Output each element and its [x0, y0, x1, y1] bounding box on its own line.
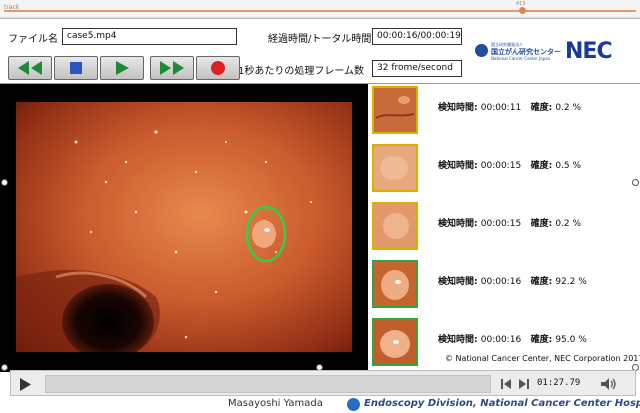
- presenter-name: Masayoshi Yamada: [228, 398, 323, 409]
- rewind-button[interactable]: [8, 56, 52, 80]
- presenter-division: Endoscopy Division, National Cancer Cent…: [364, 398, 640, 409]
- detection-thumbnail: [372, 202, 418, 250]
- detection-info: 検知時間: 00:00:16 確度: 92.2 %: [438, 277, 587, 287]
- ncc-logo-line3: National Cancer Center Japan: [491, 56, 551, 61]
- fast-forward-button[interactable]: [150, 56, 194, 80]
- filename-label: ファイル名: [8, 34, 58, 45]
- detection-info: 検知時間: 00:00:16 確度: 95.0 %: [438, 335, 587, 345]
- player-time: 01:27.79: [537, 378, 581, 388]
- copyright: © National Cancer Center, NEC Corporatio…: [445, 354, 640, 363]
- detection-info: 検知時間: 00:00:15 確度: 0.2 %: [438, 219, 582, 229]
- detection-thumbnail: [372, 318, 418, 366]
- detection-row[interactable]: 検知時間: 00:00:11 確度: 0.2 %: [370, 84, 640, 142]
- detection-row[interactable]: 検知時間: 00:00:16 確度: 92.2 %: [370, 258, 640, 316]
- elapsed-label: 経過時間/トータル時間: [268, 34, 372, 45]
- volume-icon[interactable]: [601, 378, 617, 390]
- detection-row[interactable]: 検知時間: 00:00:15 確度: 0.5 %: [370, 142, 640, 200]
- next-icon[interactable]: [519, 378, 529, 390]
- track-thumb[interactable]: [519, 7, 526, 14]
- nec-logo: NEC: [565, 39, 613, 64]
- record-button[interactable]: [196, 56, 240, 80]
- previous-icon[interactable]: [501, 378, 511, 390]
- play-icon[interactable]: [19, 378, 31, 391]
- elapsed-time-field: 00:00:16/00:00:19: [372, 28, 462, 45]
- detection-app-window: ファイル名 case5.mp4 経過時間/トータル時間 00:00:16/00:…: [0, 18, 640, 372]
- endoscopy-video-frame: [0, 84, 368, 372]
- fps-label: 1秒あたりの処理フレーム数: [238, 66, 365, 77]
- play-button[interactable]: [100, 56, 144, 80]
- detection-thumbnail: [372, 144, 418, 192]
- media-player-bar: 01:27.79: [10, 370, 636, 396]
- detection-info: 検知時間: 00:00:11 確度: 0.2 %: [438, 103, 582, 113]
- fps-field: 32 frome/second: [372, 60, 462, 77]
- detection-thumbnail: [372, 260, 418, 308]
- detection-list: 検知時間: 00:00:11 確度: 0.2 % 検知時間: 00:00:15 …: [370, 84, 640, 366]
- endoscopy-video: [16, 102, 352, 352]
- stop-button[interactable]: [54, 56, 98, 80]
- filename-field[interactable]: case5.mp4: [62, 28, 237, 45]
- ncc-logo-mark-icon: [475, 44, 488, 57]
- resize-handle[interactable]: [632, 179, 639, 186]
- track-slider[interactable]: track 415: [0, 0, 640, 18]
- rewind-icon: [18, 61, 42, 75]
- seek-bar[interactable]: [45, 375, 491, 393]
- play-icon: [116, 61, 129, 75]
- stop-icon: [70, 62, 82, 74]
- detection-thumbnail: [372, 86, 418, 134]
- detection-info: 検知時間: 00:00:15 確度: 0.5 %: [438, 161, 582, 171]
- fast-forward-icon: [160, 61, 184, 75]
- record-icon: [211, 61, 225, 75]
- institution-badge-icon: [347, 398, 360, 411]
- track-rail[interactable]: [4, 10, 636, 12]
- resize-handle[interactable]: [1, 364, 8, 371]
- main-content: 検知時間: 00:00:11 確度: 0.2 % 検知時間: 00:00:15 …: [0, 83, 640, 372]
- detection-row[interactable]: 検知時間: 00:00:15 確度: 0.2 %: [370, 200, 640, 258]
- detection-row[interactable]: 検知時間: 00:00:16 確度: 95.0 %: [370, 316, 640, 374]
- resize-handle[interactable]: [1, 179, 8, 186]
- credit-footer: Masayoshi Yamada Endoscopy Division, Nat…: [0, 396, 640, 413]
- ncc-logo: 国立研究開発法人 国立がん研究センター National Cancer Cent…: [475, 42, 561, 64]
